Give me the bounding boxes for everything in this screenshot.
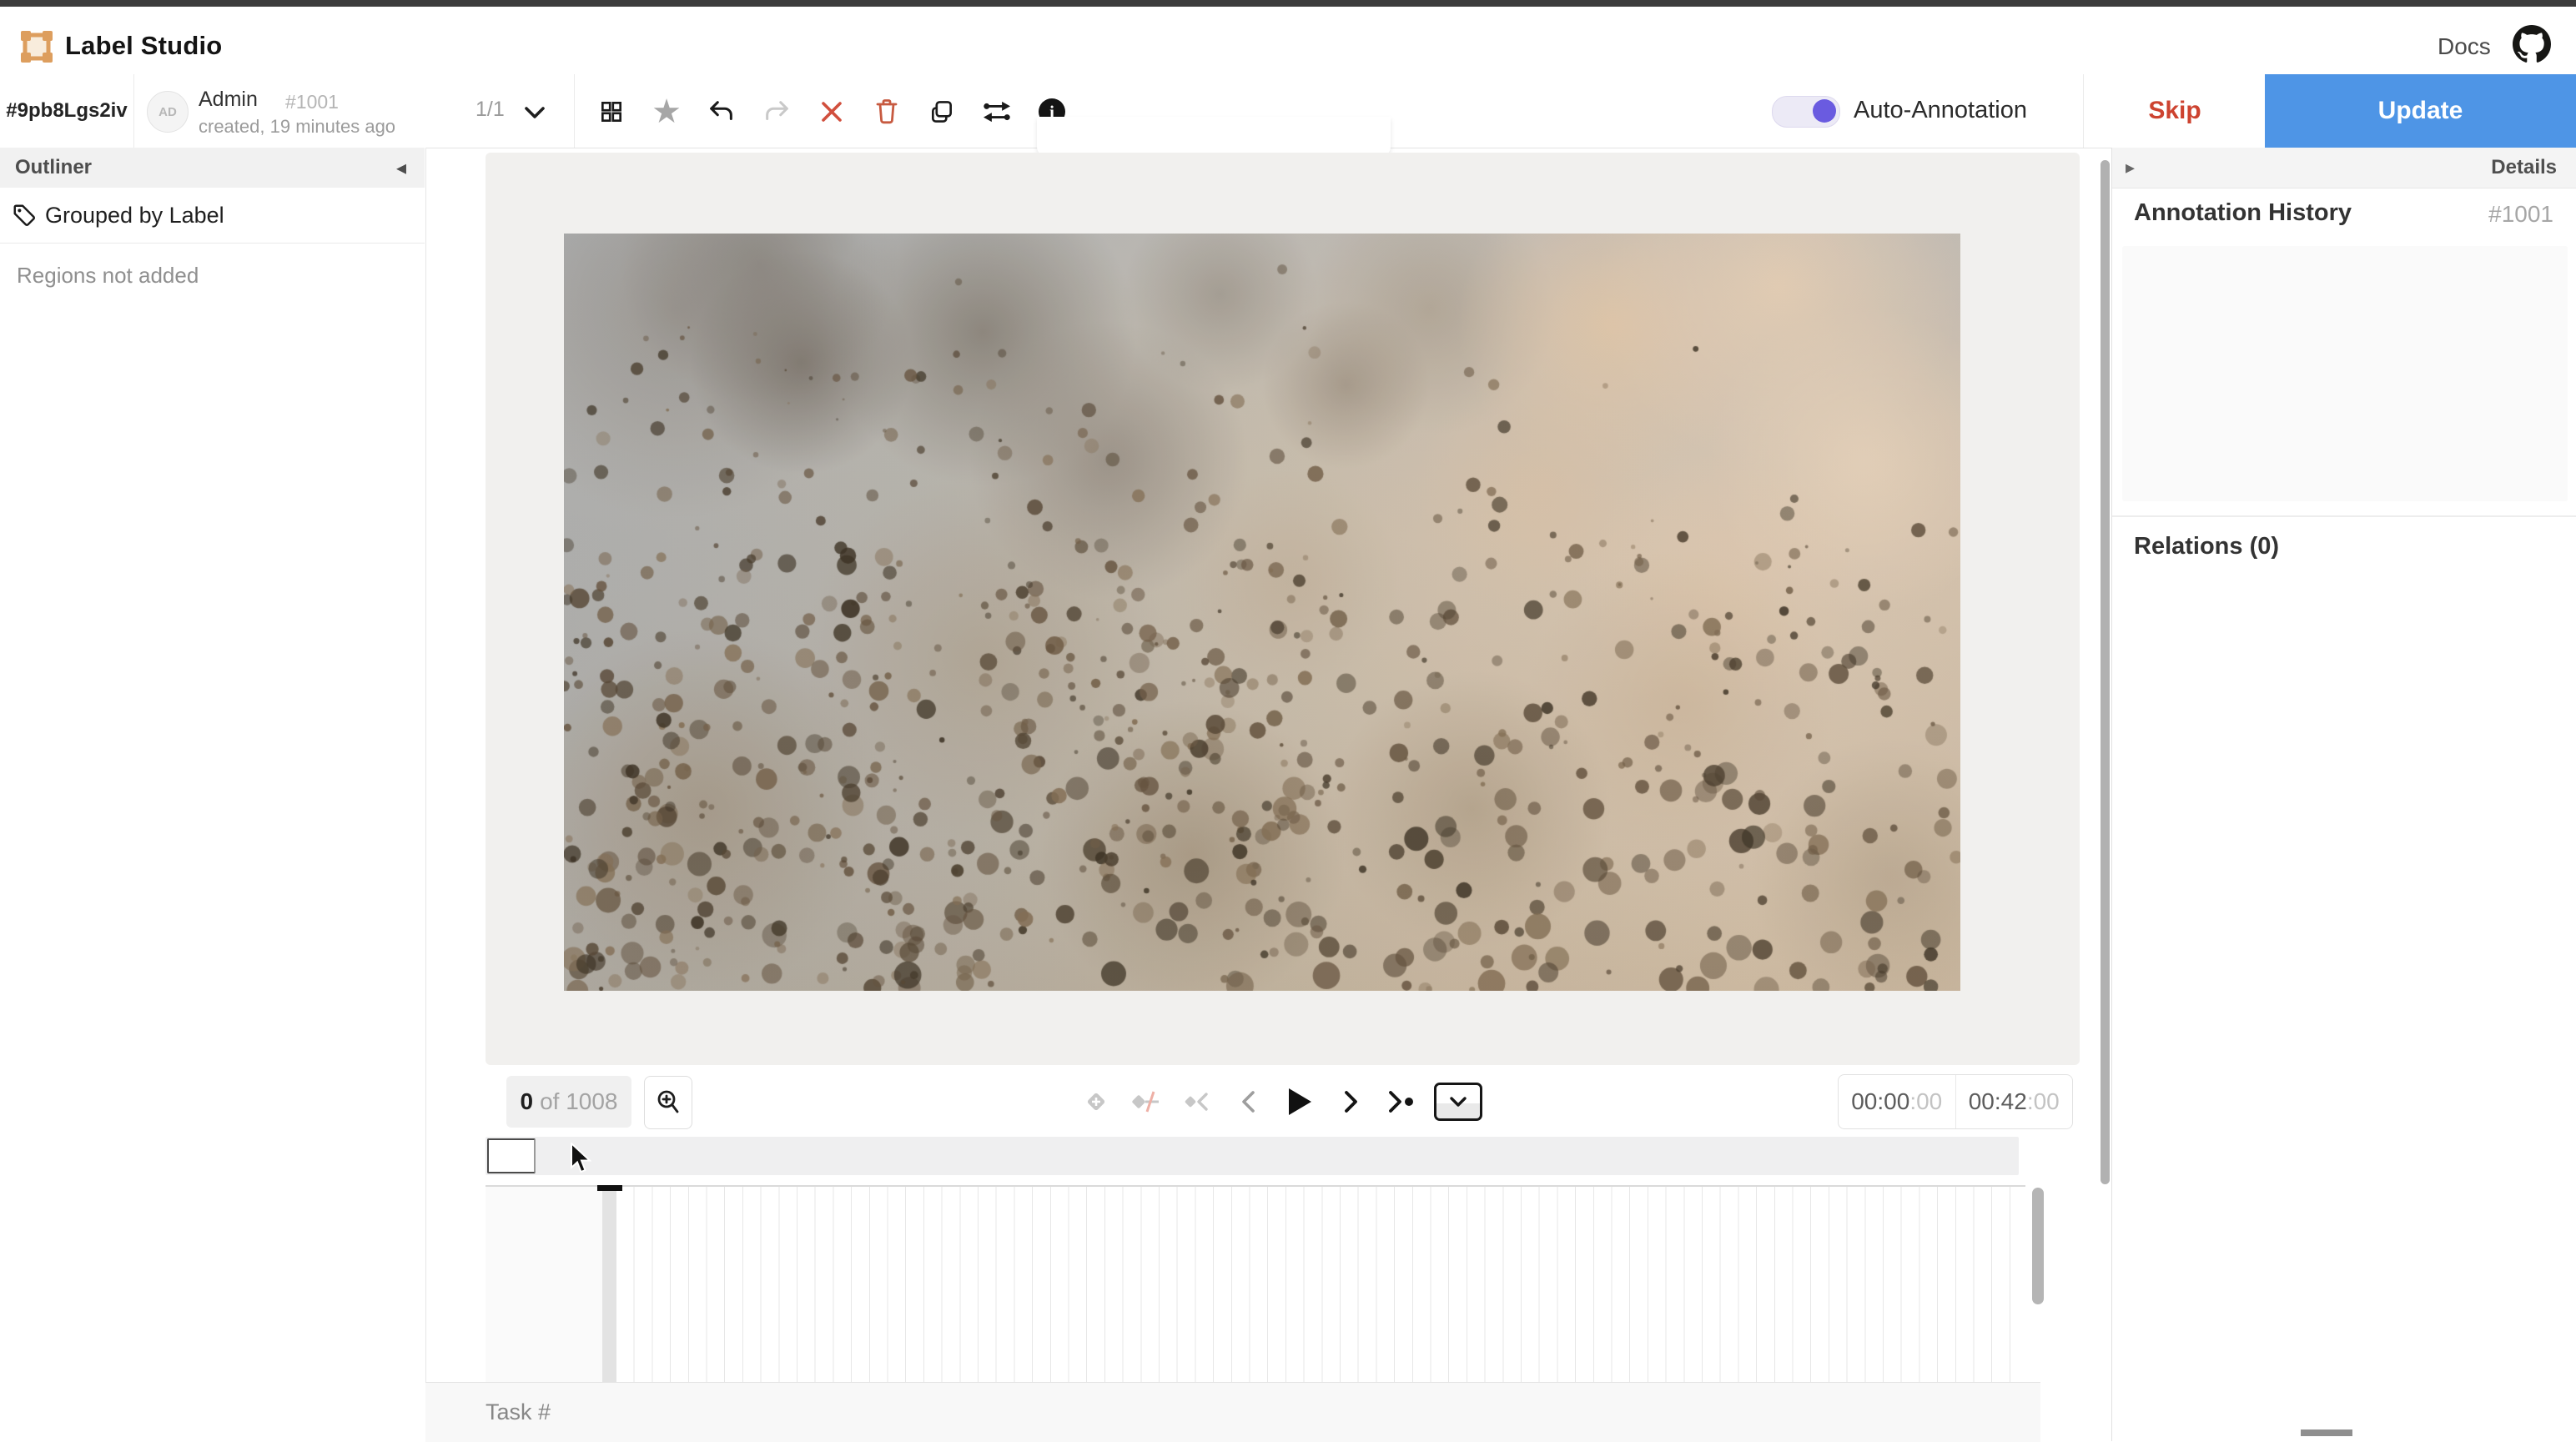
- grouping-label: Grouped by Label: [45, 203, 224, 229]
- total-time-frames: :00: [2027, 1088, 2060, 1115]
- current-time-input[interactable]: 00:00:00: [1839, 1075, 1955, 1128]
- duplicate-button[interactable]: [923, 93, 961, 131]
- annotation-created-text: created, 19 minutes ago: [199, 116, 395, 138]
- zoom-in-icon: [656, 1089, 681, 1116]
- expand-panel-icon[interactable]: ▸: [2126, 157, 2135, 178]
- outliner-title: Outliner: [15, 156, 92, 179]
- skip-button[interactable]: Skip: [2083, 74, 2266, 148]
- frame-total-value: of 1008: [540, 1088, 617, 1115]
- outliner-sidebar: Outliner ◂ Grouped by Label Regions not …: [0, 148, 426, 1441]
- current-time-value: 00:00: [1851, 1088, 1909, 1115]
- app-header: Label Studio Docs: [0, 7, 2576, 75]
- details-header: ▸ Details: [2112, 148, 2576, 188]
- outliner-header: Outliner ◂: [0, 148, 425, 188]
- zoom-in-button[interactable]: [644, 1076, 692, 1129]
- next-keypoint-button[interactable]: [1383, 1083, 1420, 1120]
- chevron-down-icon[interactable]: [524, 106, 546, 119]
- tag-icon: [12, 203, 37, 228]
- grid-view-button[interactable]: [592, 93, 631, 131]
- play-button[interactable]: [1281, 1083, 1318, 1120]
- details-title: Details: [2491, 156, 2557, 179]
- sidebar-horizontal-scrollbar[interactable]: [2301, 1429, 2352, 1436]
- github-icon[interactable]: [2513, 25, 2551, 63]
- annotation-id: #1001: [285, 91, 339, 113]
- collapse-panel-icon[interactable]: ◂: [396, 156, 406, 180]
- timeline-playhead[interactable]: [602, 1187, 616, 1382]
- playback-controls: [1078, 1078, 1482, 1126]
- current-time-frames: :00: [1909, 1088, 1942, 1115]
- frame-counter-input[interactable]: 0 of 1008: [506, 1076, 631, 1128]
- timeline-collapse-button[interactable]: [1434, 1083, 1482, 1121]
- keypoint-interpolation-button[interactable]: [1129, 1083, 1165, 1120]
- floating-toolbar-edge: [1037, 117, 1391, 157]
- auto-annotation-label: Auto-Annotation: [1854, 97, 2027, 124]
- timeline-frames-grid[interactable]: [616, 1187, 2025, 1382]
- seek-minimap[interactable]: [486, 1137, 2019, 1175]
- grouping-selector[interactable]: Grouped by Label: [0, 188, 425, 244]
- annotation-counter[interactable]: 1/1: [475, 98, 505, 122]
- timeline-scrollbar[interactable]: [2032, 1188, 2044, 1304]
- star-button[interactable]: ★: [647, 93, 686, 131]
- regions-empty-text: Regions not added: [17, 263, 199, 289]
- undo-button[interactable]: [702, 93, 741, 131]
- frame-current-value: 0: [521, 1088, 534, 1115]
- reject-button[interactable]: [813, 93, 851, 131]
- bottom-bar: Task #: [425, 1382, 2040, 1442]
- update-button[interactable]: Update: [2265, 74, 2576, 148]
- window-top-strip: [0, 0, 2576, 7]
- next-frame-button[interactable]: [1332, 1083, 1369, 1120]
- toolbar-divider: [574, 74, 575, 148]
- relations-button[interactable]: [978, 93, 1016, 131]
- time-display: 00:00:00 00:42:00: [1838, 1074, 2073, 1129]
- star-icon: ★: [652, 95, 682, 128]
- docs-link[interactable]: Docs: [2438, 33, 2491, 60]
- label-studio-logo-icon[interactable]: [18, 28, 55, 65]
- user-name: Admin: [199, 88, 258, 112]
- annotation-history-id: #1001: [2488, 201, 2553, 228]
- timeline-region-list: [486, 1187, 602, 1382]
- keypoint-add-button[interactable]: [1078, 1083, 1114, 1120]
- previous-frame-button[interactable]: [1230, 1083, 1267, 1120]
- auto-annotation-toggle[interactable]: [1772, 96, 1840, 128]
- seek-view-window[interactable]: [487, 1138, 536, 1173]
- task-number-label: Task #: [486, 1399, 551, 1425]
- redo-button[interactable]: [757, 93, 796, 131]
- delete-button[interactable]: [868, 93, 906, 131]
- app-title: Label Studio: [65, 31, 222, 61]
- previous-keypoint-button[interactable]: [1180, 1083, 1216, 1120]
- details-sidebar: ▸ Details Annotation History #1001 Relat…: [2111, 148, 2576, 1441]
- toggle-knob: [1813, 99, 1836, 123]
- user-avatar[interactable]: AD: [147, 91, 189, 133]
- relations-title: Relations (0): [2134, 533, 2279, 560]
- task-id: #9pb8Lgs2iv: [0, 74, 134, 148]
- total-time-value: 00:42: [1969, 1088, 2027, 1115]
- total-time-input[interactable]: 00:42:00: [1955, 1075, 2073, 1128]
- annotation-history-empty: [2122, 246, 2568, 501]
- sidebar-divider: [2112, 515, 2576, 517]
- main-scrollbar[interactable]: [2101, 160, 2110, 1184]
- video-frame[interactable]: [564, 234, 1960, 991]
- annotation-history-title: Annotation History: [2134, 199, 2352, 227]
